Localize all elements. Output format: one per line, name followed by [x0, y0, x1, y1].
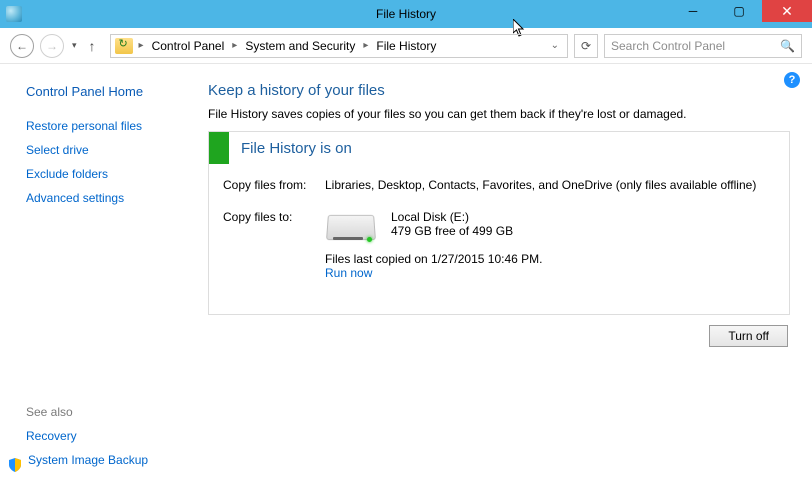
- drive-info: Local Disk (E:) 479 GB free of 499 GB: [325, 210, 775, 246]
- sidebar-link-restore[interactable]: Restore personal files: [26, 119, 208, 133]
- minimize-button[interactable]: ─: [670, 0, 716, 22]
- status-indicator: [209, 132, 229, 164]
- see-also-recovery[interactable]: Recovery: [26, 429, 208, 443]
- disk-name: Local Disk (E:): [391, 210, 513, 224]
- copy-from-label: Copy files from:: [223, 178, 325, 192]
- breadcrumb-segment[interactable]: System and Security: [243, 39, 357, 53]
- turn-off-button[interactable]: Turn off: [709, 325, 788, 347]
- status-panel: File History is on Copy files from: Libr…: [208, 131, 790, 315]
- navigation-bar: ← → ▾ ↑ ▸ Control Panel ▸ System and Sec…: [0, 28, 812, 64]
- sidebar: Control Panel Home Restore personal file…: [0, 64, 208, 501]
- chevron-right-icon[interactable]: ▸: [135, 40, 148, 51]
- titlebar: File History ─ ▢ ✕: [0, 0, 812, 28]
- window-title: File History: [376, 7, 436, 21]
- last-copied-text: Files last copied on 1/27/2015 10:46 PM.: [325, 252, 775, 266]
- status-title: File History is on: [229, 140, 352, 157]
- maximize-button[interactable]: ▢: [716, 0, 762, 22]
- page-heading: Keep a history of your files: [208, 82, 790, 99]
- address-dropdown-icon[interactable]: ⌄: [547, 40, 563, 51]
- copy-from-value: Libraries, Desktop, Contacts, Favorites,…: [325, 178, 775, 192]
- help-icon[interactable]: ?: [784, 72, 800, 88]
- run-now-link[interactable]: Run now: [325, 266, 372, 280]
- page-description: File History saves copies of your files …: [208, 107, 790, 121]
- app-icon: [6, 6, 22, 22]
- disk-free: 479 GB free of 499 GB: [391, 224, 513, 238]
- main-content: ? Keep a history of your files File Hist…: [208, 64, 812, 501]
- panel-header: File History is on: [209, 132, 789, 164]
- breadcrumb-segment[interactable]: Control Panel: [150, 39, 227, 53]
- back-button[interactable]: ←: [10, 34, 34, 58]
- forward-button[interactable]: →: [40, 34, 64, 58]
- sidebar-link-select-drive[interactable]: Select drive: [26, 143, 208, 157]
- close-button[interactable]: ✕: [762, 0, 812, 22]
- shield-icon: [8, 458, 22, 472]
- sidebar-link-exclude-folders[interactable]: Exclude folders: [26, 167, 208, 181]
- see-also-section: See also Recovery System Image Backup: [26, 405, 208, 491]
- see-also-header: See also: [26, 405, 208, 419]
- sidebar-link-advanced-settings[interactable]: Advanced settings: [26, 191, 208, 205]
- copy-to-label: Copy files to:: [223, 210, 325, 280]
- see-also-system-image-backup[interactable]: System Image Backup: [28, 453, 148, 467]
- chevron-right-icon[interactable]: ▸: [228, 40, 241, 51]
- refresh-button[interactable]: ⟳: [574, 34, 598, 58]
- breadcrumb-segment[interactable]: File History: [374, 39, 438, 53]
- search-box[interactable]: 🔍: [604, 34, 802, 58]
- search-input[interactable]: [611, 39, 795, 53]
- search-icon[interactable]: 🔍: [780, 39, 795, 53]
- history-dropdown[interactable]: ▾: [70, 40, 79, 51]
- address-bar[interactable]: ▸ Control Panel ▸ System and Security ▸ …: [110, 34, 568, 58]
- hard-drive-icon: [325, 210, 377, 246]
- window-controls: ─ ▢ ✕: [670, 0, 812, 22]
- chevron-right-icon[interactable]: ▸: [359, 40, 372, 51]
- up-button[interactable]: ↑: [85, 38, 100, 54]
- control-panel-home-link[interactable]: Control Panel Home: [26, 84, 208, 99]
- location-icon: [115, 38, 133, 54]
